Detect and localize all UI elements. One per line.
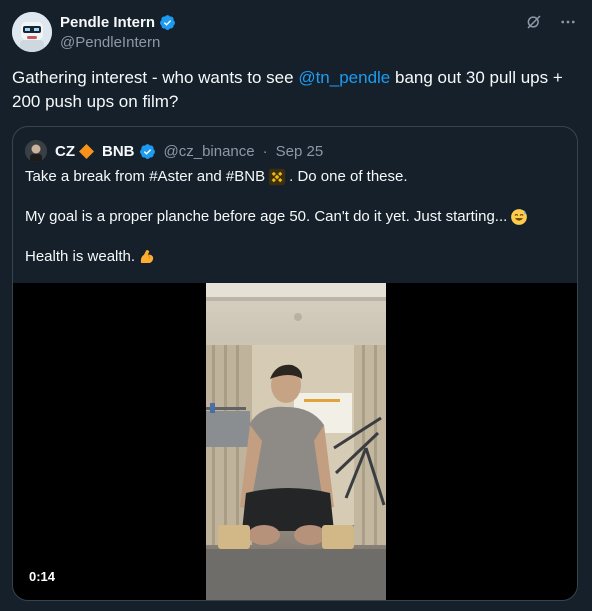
video-thumbnail (206, 283, 386, 600)
author-handle[interactable]: @PendleIntern (60, 34, 176, 51)
quote-line-2: My goal is a proper planche before age 5… (25, 207, 565, 227)
verified-badge-icon (159, 14, 176, 31)
author-name[interactable]: Pendle Intern (60, 14, 155, 31)
bnb-logo-icon (268, 168, 286, 186)
flexed-biceps-emoji (138, 248, 156, 266)
mention-link[interactable]: @tn_pendle (298, 68, 390, 87)
grok-icon[interactable] (524, 12, 544, 32)
video-player[interactable]: 0:14 (13, 283, 577, 600)
tweet-text: Gathering interest - who wants to see @t… (12, 66, 582, 114)
quote-author-name: CZ (55, 142, 75, 160)
quote-line-1-before: Take a break from #Aster and #BNB (25, 168, 266, 185)
sweat-smile-emoji (510, 208, 528, 226)
more-icon[interactable] (558, 12, 578, 32)
author-block: Pendle Intern @PendleIntern (60, 12, 176, 51)
quote-separator: · (262, 142, 268, 160)
quoted-tweet[interactable]: CZ BNB @cz_binance · Sep 25 Take a break… (12, 126, 578, 601)
quote-line-1-after: . Do one of these. (289, 168, 408, 185)
tweet: Pendle Intern @PendleIntern Gathering in… (0, 0, 592, 611)
tweet-text-before: Gathering interest - who wants to see (12, 68, 299, 87)
quote-header: CZ BNB @cz_binance · Sep 25 (25, 139, 323, 163)
quote-author-avatar (25, 140, 47, 162)
quote-line-3: Health is wealth. (25, 247, 565, 267)
quote-line-1: Take a break from #Aster and #BNB . Do o… (25, 167, 565, 187)
author-avatar[interactable] (12, 12, 52, 52)
quote-verified-badge-icon (139, 143, 156, 160)
top-actions (524, 12, 578, 32)
quote-date: Sep 25 (275, 142, 324, 160)
quote-line-3-text: Health is wealth. (25, 248, 136, 265)
quote-handle: @cz_binance (163, 142, 255, 160)
quote-line-2-text: My goal is a proper planche before age 5… (25, 208, 508, 225)
quote-author-name-2: BNB (102, 142, 135, 160)
video-duration: 0:14 (29, 569, 56, 584)
quote-body: Take a break from #Aster and #BNB . Do o… (25, 167, 565, 287)
orange-diamond-icon (79, 143, 94, 159)
